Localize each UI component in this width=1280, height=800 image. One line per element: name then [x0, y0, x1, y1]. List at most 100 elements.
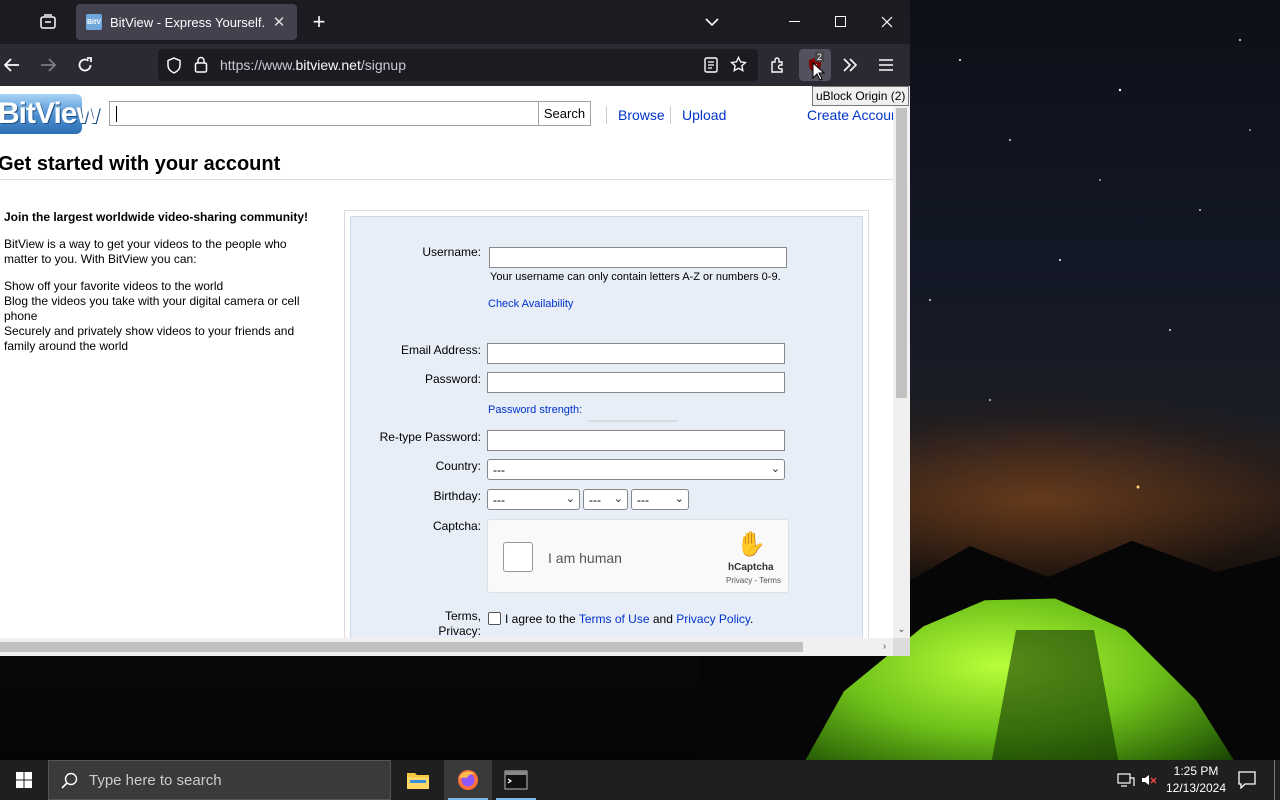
password-label: Password: — [424, 372, 481, 386]
terms-agreement-text: I agree to the Terms of Use and Privacy … — [505, 612, 753, 626]
header-divider — [606, 106, 607, 124]
browse-link[interactable]: Browse — [618, 107, 665, 123]
terms-of-use-link[interactable]: Terms of Use — [579, 612, 650, 626]
country-select[interactable]: --- ⌄ — [487, 459, 785, 480]
tracking-shield-icon[interactable] — [166, 57, 182, 77]
birthday-day-value: --- — [589, 493, 601, 507]
retype-password-field[interactable] — [487, 430, 785, 451]
chevron-down-icon: ⌄ — [613, 493, 623, 505]
forward-arrow-icon[interactable] — [32, 49, 64, 81]
header-divider — [670, 106, 671, 124]
vertical-scrollbar[interactable]: ⌄ — [893, 86, 910, 638]
terms-prefix: I agree to the — [505, 612, 579, 626]
file-explorer-icon[interactable] — [396, 760, 440, 800]
vertical-scroll-thumb[interactable] — [896, 108, 907, 398]
browser-window: BitV BitView - Express Yourself. ✕ + htt… — [0, 0, 910, 656]
birthday-year-value: --- — [637, 493, 649, 507]
maximize-icon[interactable] — [818, 0, 864, 44]
horizontal-scrollbar[interactable]: › — [0, 638, 910, 656]
tab-close-icon[interactable]: ✕ — [271, 13, 287, 31]
terms-label-line: Privacy: — [438, 624, 481, 638]
privacy-policy-link[interactable]: Privacy Policy — [676, 612, 750, 626]
scroll-right-arrow-icon[interactable]: › — [876, 638, 893, 656]
title-divider — [0, 179, 893, 180]
new-tab-icon[interactable]: + — [304, 0, 334, 44]
show-desktop-button[interactable] — [1274, 760, 1275, 800]
country-label: Country: — [435, 459, 481, 473]
birthday-month-value: --- — [493, 493, 505, 507]
bitview-signup-page: BitView Search Browse Upload Create Acco… — [0, 86, 903, 656]
bitview-logo[interactable]: BitView — [0, 94, 100, 134]
intro-bullet: Show off your favorite videos to the wor… — [4, 279, 224, 293]
captcha-privacy-terms[interactable]: Privacy - Terms — [726, 576, 781, 585]
signup-form: Username: Your username can only contain… — [350, 216, 863, 656]
firefox-taskbar-icon[interactable] — [444, 760, 492, 800]
ublock-tooltip: uBlock Origin (2) — [812, 86, 910, 106]
bookmark-star-icon[interactable] — [730, 55, 747, 76]
bitview-favicon: BitV — [86, 14, 102, 30]
terms-checkbox[interactable] — [488, 612, 501, 625]
reader-view-icon[interactable] — [704, 57, 718, 76]
tab-bar: BitV BitView - Express Yourself. ✕ + — [0, 0, 910, 44]
chevron-down-icon: ⌄ — [565, 493, 575, 505]
overflow-chevron-icon[interactable] — [834, 49, 866, 81]
birthday-month-select[interactable]: --- ⌄ — [487, 489, 580, 510]
text-caret — [116, 106, 117, 122]
lock-icon[interactable] — [194, 56, 208, 76]
close-window-icon[interactable] — [864, 0, 910, 44]
minimize-icon[interactable] — [772, 0, 818, 44]
scroll-down-arrow-icon[interactable]: ⌄ — [893, 622, 910, 638]
url-prefix: https://www. — [220, 57, 296, 73]
retype-password-label: Re-type Password: — [379, 430, 481, 444]
page-title: Get started with your account — [0, 153, 281, 175]
username-help: Your username can only contain letters A… — [490, 271, 781, 283]
search-button[interactable]: Search — [538, 101, 591, 126]
url-bar[interactable]: https://www.bitview.net/signup — [158, 49, 758, 81]
birthday-day-select[interactable]: --- ⌄ — [583, 489, 628, 510]
chevron-down-icon: ⌄ — [770, 463, 780, 475]
taskbar-search-box[interactable]: Type here to search — [48, 760, 391, 800]
hcaptcha-brand: hCaptcha — [728, 562, 774, 573]
terms-label-line: Terms, — [445, 609, 481, 623]
scrollbar-corner — [893, 638, 910, 656]
password-field[interactable] — [487, 372, 785, 393]
hamburger-menu-icon[interactable] — [870, 49, 902, 81]
tab-list-icon[interactable] — [32, 0, 64, 44]
intro-bullet: Securely and privately show videos to yo… — [4, 324, 295, 353]
hcaptcha-hand-icon: ✋ — [736, 531, 766, 558]
email-label: Email Address: — [400, 343, 481, 357]
terminal-taskbar-icon[interactable] — [494, 760, 538, 800]
email-field[interactable] — [487, 343, 785, 364]
system-clock[interactable]: 1:25 PM 12/13/2024 — [1160, 763, 1232, 797]
captcha-checkbox[interactable] — [503, 542, 533, 572]
windows-taskbar: Type here to search 1:25 PM 12/13/2024 — [0, 760, 1280, 800]
url-text: https://www.bitview.net/signup — [220, 57, 406, 73]
tab-bitview[interactable]: BitV BitView - Express Yourself. ✕ — [76, 4, 297, 40]
reload-icon[interactable] — [69, 49, 101, 81]
country-value: --- — [493, 463, 505, 477]
intro-text: BitView is a way to get your videos to t… — [4, 237, 287, 266]
notifications-icon[interactable] — [1232, 760, 1262, 800]
check-availability-link[interactable]: Check Availability — [488, 298, 573, 310]
search-input[interactable] — [109, 101, 539, 126]
list-all-tabs-icon[interactable] — [696, 0, 728, 44]
navigation-toolbar: https://www.bitview.net/signup u 2 — [0, 44, 910, 86]
hcaptcha-widget: I am human ✋ hCaptcha Privacy - Terms — [487, 519, 789, 593]
birthday-year-select[interactable]: --- ⌄ — [631, 489, 689, 510]
network-icon[interactable] — [1114, 760, 1138, 800]
windows-start-icon[interactable] — [0, 760, 48, 800]
url-path: /signup — [360, 57, 406, 73]
search-icon — [61, 772, 79, 794]
extensions-puzzle-icon[interactable] — [762, 49, 794, 81]
back-arrow-icon[interactable] — [0, 49, 28, 81]
volume-muted-icon[interactable] — [1138, 760, 1160, 800]
horizontal-scroll-thumb[interactable] — [0, 642, 803, 652]
url-host: bitview.net — [295, 57, 361, 73]
captcha-text: I am human — [548, 550, 622, 566]
upload-link[interactable]: Upload — [682, 107, 726, 123]
terms-suffix: . — [750, 612, 754, 626]
create-account-link[interactable]: Create Account — [807, 107, 903, 123]
intro-section: Join the largest worldwide video-sharing… — [4, 210, 309, 354]
terms-label: Terms, Privacy: — [351, 609, 481, 639]
username-field[interactable] — [489, 247, 787, 268]
